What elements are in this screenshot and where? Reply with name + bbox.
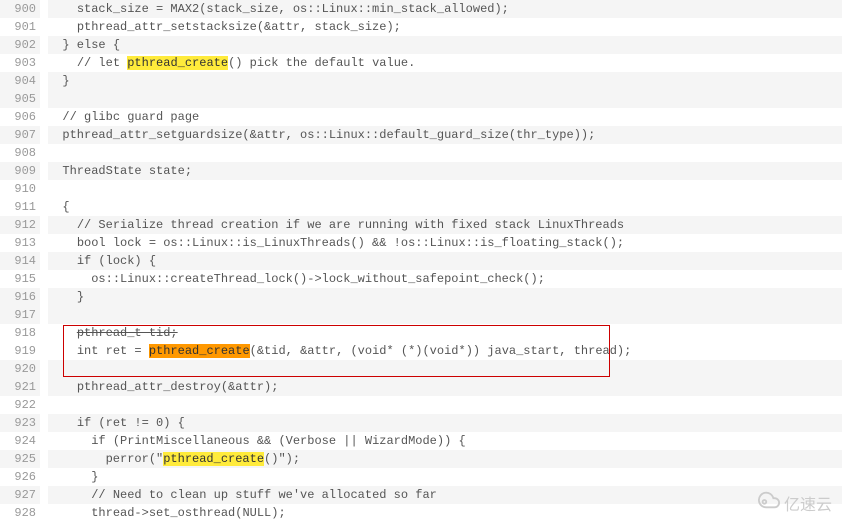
- watermark: 亿速云: [758, 489, 832, 516]
- line-number: 903: [0, 54, 40, 72]
- line-number: 919: [0, 342, 40, 360]
- line-number: 927: [0, 486, 40, 504]
- code-line: int ret = pthread_create(&tid, &attr, (v…: [48, 342, 842, 360]
- line-number: 902: [0, 36, 40, 54]
- code-line: pthread_attr_setguardsize(&attr, os::Lin…: [48, 126, 842, 144]
- line-number: 917: [0, 306, 40, 324]
- code-line: bool lock = os::Linux::is_LinuxThreads()…: [48, 234, 842, 252]
- code-line: // Serialize thread creation if we are r…: [48, 216, 842, 234]
- code-line: pthread_t tid;: [48, 324, 842, 342]
- line-number: 909: [0, 162, 40, 180]
- line-number-gutter: 9009019029039049059069079089099109119129…: [0, 0, 48, 522]
- code-line: pthread_attr_setstacksize(&attr, stack_s…: [48, 18, 842, 36]
- code-line: if (ret != 0) {: [48, 414, 842, 432]
- code-line: pthread_attr_destroy(&attr);: [48, 378, 842, 396]
- line-number: 907: [0, 126, 40, 144]
- code-line: // Need to clean up stuff we've allocate…: [48, 486, 842, 504]
- line-number: 924: [0, 432, 40, 450]
- code-content: stack_size = MAX2(stack_size, os::Linux:…: [48, 0, 842, 522]
- code-line: [48, 180, 842, 198]
- code-line: }: [48, 288, 842, 306]
- code-line: thread->set_osthread(NULL);: [48, 504, 842, 522]
- code-line: if (lock) {: [48, 252, 842, 270]
- code-line: } else {: [48, 36, 842, 54]
- code-line: {: [48, 198, 842, 216]
- line-number: 921: [0, 378, 40, 396]
- code-line: [48, 90, 842, 108]
- line-number: 911: [0, 198, 40, 216]
- code-line: perror("pthread_create()");: [48, 450, 842, 468]
- line-number: 922: [0, 396, 40, 414]
- code-token: pthread_create: [163, 452, 264, 466]
- line-number: 926: [0, 468, 40, 486]
- line-number: 916: [0, 288, 40, 306]
- line-number: 905: [0, 90, 40, 108]
- watermark-text: 亿速云: [784, 491, 832, 515]
- code-token: pthread_create: [127, 56, 228, 70]
- code-line: stack_size = MAX2(stack_size, os::Linux:…: [48, 0, 842, 18]
- code-token: pthread_t tid;: [77, 326, 178, 340]
- line-number: 918: [0, 324, 40, 342]
- line-number: 906: [0, 108, 40, 126]
- code-token: pthread_create: [149, 344, 250, 358]
- code-line: // let pthread_create() pick the default…: [48, 54, 842, 72]
- code-line: [48, 360, 842, 378]
- code-line: os::Linux::createThread_lock()->lock_wit…: [48, 270, 842, 288]
- line-number: 910: [0, 180, 40, 198]
- code-line: // glibc guard page: [48, 108, 842, 126]
- cloud-logo-icon: [758, 489, 780, 516]
- code-block: 9009019029039049059069079089099109119129…: [0, 0, 842, 522]
- line-number: 923: [0, 414, 40, 432]
- code-line: }: [48, 468, 842, 486]
- code-line: [48, 144, 842, 162]
- code-line: if (PrintMiscellaneous && (Verbose || Wi…: [48, 432, 842, 450]
- line-number: 928: [0, 504, 40, 522]
- line-number: 904: [0, 72, 40, 90]
- line-number: 901: [0, 18, 40, 36]
- line-number: 913: [0, 234, 40, 252]
- code-line: [48, 306, 842, 324]
- line-number: 915: [0, 270, 40, 288]
- line-number: 908: [0, 144, 40, 162]
- code-line: ThreadState state;: [48, 162, 842, 180]
- line-number: 914: [0, 252, 40, 270]
- line-number: 912: [0, 216, 40, 234]
- code-line: [48, 396, 842, 414]
- line-number: 900: [0, 0, 40, 18]
- code-line: }: [48, 72, 842, 90]
- line-number: 925: [0, 450, 40, 468]
- line-number: 920: [0, 360, 40, 378]
